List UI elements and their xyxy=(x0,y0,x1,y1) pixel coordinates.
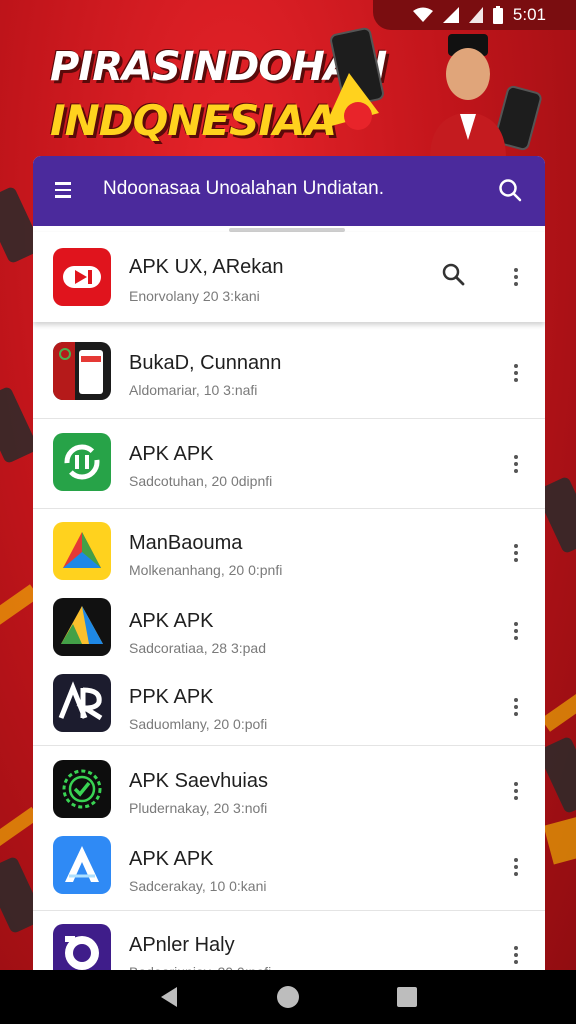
list-item[interactable]: APK APK Sadcotuhan, 20 0dipnfi xyxy=(33,419,545,507)
more-options-icon[interactable] xyxy=(507,542,525,566)
list-item[interactable]: APK Saevhuias Pludernakay, 20 3:nofi xyxy=(33,746,545,826)
more-options-icon[interactable] xyxy=(507,266,525,290)
battery-icon xyxy=(492,6,503,24)
app-name: APnler Haly xyxy=(129,934,235,956)
app-name: BukaD, Cunnann xyxy=(129,352,282,374)
divider xyxy=(33,508,545,509)
navigation-bar xyxy=(0,970,576,1024)
promo-shape-icon xyxy=(324,73,379,130)
triangle-logo-icon xyxy=(53,522,111,580)
app-list-card: Ndoonasaa Unoalahan Undiatan. APK UX, AR… xyxy=(33,156,545,976)
ar-logo-icon xyxy=(53,674,111,732)
more-options-icon[interactable] xyxy=(507,696,525,720)
menu-icon[interactable] xyxy=(55,178,79,202)
app-name: APK APK xyxy=(129,848,214,870)
app-name: APK APK xyxy=(129,443,214,465)
app-meta: Sadcotuhan, 20 0dipnfi xyxy=(129,473,273,489)
search-icon[interactable] xyxy=(441,262,467,288)
back-icon[interactable] xyxy=(154,982,184,1012)
app-meta: Aldomariar, 10 3:nafi xyxy=(129,382,258,398)
app-name: APK Saevhuias xyxy=(129,770,268,792)
sync-arrows-icon xyxy=(53,433,111,491)
more-options-icon[interactable] xyxy=(507,620,525,644)
app-meta: Enorvolany 20 3:kani xyxy=(129,288,260,304)
app-name: PPK APK xyxy=(129,686,214,708)
clock: 5:01 xyxy=(512,5,546,24)
app-bar: Ndoonasaa Unoalahan Undiatan. xyxy=(33,156,545,226)
app-meta: Saduomlany, 20 0:pofi xyxy=(129,716,268,732)
more-options-icon[interactable] xyxy=(507,944,525,968)
more-options-icon[interactable] xyxy=(507,856,525,880)
app-name: APK UX, ARekan xyxy=(129,256,284,278)
signal-icon xyxy=(442,7,459,23)
more-options-icon[interactable] xyxy=(507,780,525,804)
list-item[interactable]: APnler Haly Badeariuniay, 20 0:pofi xyxy=(33,912,545,976)
promo-banner[interactable]: PIRASINDOHAN INDQNESIAA xyxy=(0,26,576,158)
signal-icon xyxy=(468,7,483,23)
list-item[interactable]: APK APK Sadcoratiaa, 28 3:pad xyxy=(33,586,545,662)
wifi-icon xyxy=(412,7,433,23)
home-icon[interactable] xyxy=(273,982,303,1012)
app-name: ManBaouma xyxy=(129,532,243,554)
divider xyxy=(33,910,545,911)
list-item[interactable]: APK APK Sadcerakay, 10 0:kani xyxy=(33,826,545,908)
drive-triangle-icon xyxy=(53,598,111,656)
app-meta: Sadcoratiaa, 28 3:pad xyxy=(129,640,266,656)
status-icons: 5:01 xyxy=(372,0,576,30)
list-item[interactable]: PPK APK Saduomlany, 20 0:pofi xyxy=(33,662,545,742)
app-name: APK APK xyxy=(129,610,214,632)
search-icon[interactable] xyxy=(497,177,523,203)
app-meta: Sadcerakay, 10 0:kani xyxy=(129,878,267,894)
list-item[interactable]: APK UX, ARekan Enorvolany 20 3:kani xyxy=(33,232,545,322)
check-circle-icon xyxy=(53,760,111,818)
a-arrow-icon xyxy=(53,836,111,894)
app-bar-title: Ndoonasaa Unoalahan Undiatan. xyxy=(103,178,384,199)
phone-app-icon xyxy=(53,342,111,400)
list-item[interactable]: BukaD, Cunnann Aldomariar, 10 3:nafi xyxy=(33,326,545,418)
recents-icon[interactable] xyxy=(392,982,422,1012)
camera-icon xyxy=(53,924,111,976)
promo-person-image xyxy=(430,34,506,158)
more-options-icon[interactable] xyxy=(507,453,525,477)
play-tile-icon xyxy=(53,248,111,306)
app-meta: Pludernakay, 20 3:nofi xyxy=(129,800,268,816)
app-list: APK UX, ARekan Enorvolany 20 3:kani Buka… xyxy=(33,226,545,976)
banner-subtitle: INDQNESIAA xyxy=(50,96,337,145)
list-item[interactable]: ManBaouma Molkenanhang, 20 0:pnfi xyxy=(33,510,545,586)
status-bar: 5:01 xyxy=(0,0,576,30)
app-meta: Molkenanhang, 20 0:pnfi xyxy=(129,562,283,578)
more-options-icon[interactable] xyxy=(507,362,525,386)
